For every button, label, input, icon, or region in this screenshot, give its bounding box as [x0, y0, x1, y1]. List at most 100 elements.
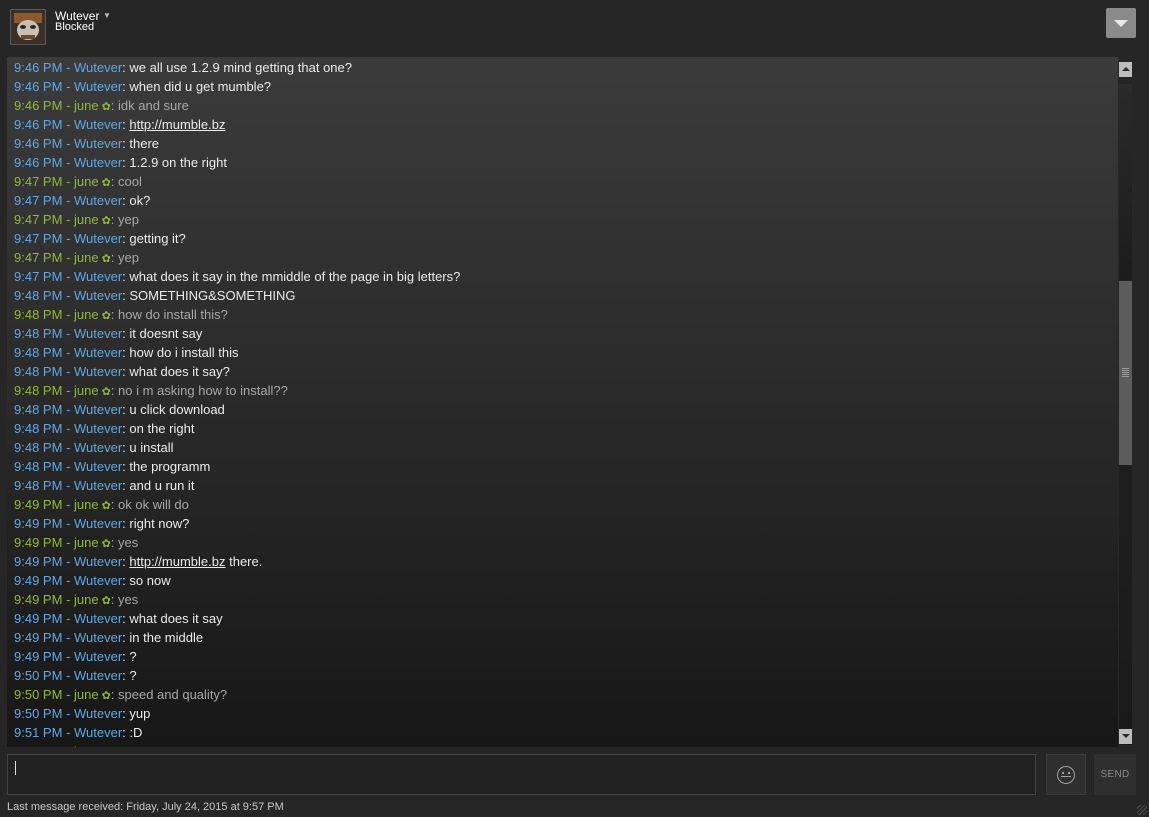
scroll-down-button[interactable]	[1119, 729, 1132, 744]
flower-icon: ✿	[101, 310, 111, 322]
chat-message: 9:46 PM - june ✿: idk and sure	[7, 96, 1118, 115]
flower-icon: ✿	[101, 253, 111, 265]
message-meta: 9:49 PM - Wutever	[14, 516, 123, 531]
message-link[interactable]: http://mumble.bz	[129, 117, 225, 132]
chat-log[interactable]: 9:46 PM - Wutever: we all use 1.2.9 mind…	[7, 57, 1118, 747]
message-sender[interactable]: Wutever	[74, 421, 122, 436]
message-text: :D	[129, 725, 143, 740]
message-sender[interactable]: Wutever	[74, 516, 122, 531]
send-button[interactable]: SEND	[1094, 754, 1136, 795]
message-sender[interactable]: Wutever	[74, 440, 122, 455]
message-sender[interactable]: june	[74, 592, 99, 607]
message-sender[interactable]: june	[74, 174, 99, 189]
message-sender[interactable]: Wutever	[74, 231, 122, 246]
scroll-thumb[interactable]	[1119, 281, 1132, 465]
message-time: 9:49 PM	[14, 516, 63, 531]
message-sender[interactable]: june	[74, 212, 99, 227]
message-sender[interactable]: Wutever	[74, 554, 122, 569]
message-time: 9:48 PM	[14, 345, 63, 360]
message-sender[interactable]: Wutever	[74, 573, 122, 588]
message-sender[interactable]: june	[74, 687, 99, 702]
message-sender[interactable]: june	[74, 98, 99, 113]
message-input[interactable]	[7, 754, 1036, 795]
message-sender[interactable]: Wutever	[74, 725, 122, 740]
message-sender[interactable]: Wutever	[74, 478, 122, 493]
message-sender[interactable]: june	[74, 250, 99, 265]
message-meta: 9:49 PM - june	[14, 497, 99, 512]
message-sender[interactable]: Wutever	[74, 649, 122, 664]
message-separator: :	[110, 535, 119, 550]
chat-message: 9:49 PM - june ✿: ok ok will do	[7, 495, 1118, 514]
message-meta: 9:46 PM - Wutever	[14, 60, 123, 75]
message-sender[interactable]: Wutever	[74, 402, 122, 417]
message-time: 9:50 PM	[14, 687, 63, 702]
scroll-track[interactable]	[1119, 84, 1132, 280]
message-sender[interactable]: june	[74, 535, 99, 550]
chat-message: 9:46 PM - Wutever: there	[7, 134, 1118, 153]
chat-message: 9:48 PM - Wutever: SOMETHING&SOMETHING	[7, 286, 1118, 305]
message-sender[interactable]: june	[74, 383, 99, 398]
message-sender[interactable]: Wutever	[74, 611, 122, 626]
message-sender[interactable]: june	[74, 497, 99, 512]
scroll-up-button[interactable]	[1119, 62, 1132, 77]
message-text: right now?	[129, 516, 190, 531]
message-sender[interactable]: Wutever	[74, 668, 122, 683]
message-sender[interactable]: Wutever	[74, 79, 122, 94]
message-meta: 9:48 PM - Wutever	[14, 421, 123, 436]
message-time: 9:48 PM	[14, 440, 63, 455]
message-time: 9:48 PM	[14, 478, 63, 493]
message-sender[interactable]: Wutever	[74, 288, 122, 303]
message-sender[interactable]: Wutever	[74, 326, 122, 341]
message-time: 9:46 PM	[14, 60, 63, 75]
chat-message: 9:49 PM - Wutever: right now?	[7, 514, 1118, 533]
message-text: 1.2.9 on the right	[129, 155, 227, 170]
chat-options-button[interactable]	[1106, 8, 1136, 38]
message-time: 9:49 PM	[14, 630, 63, 645]
chevron-down-icon	[1114, 20, 1128, 27]
avatar[interactable]	[10, 9, 46, 45]
message-sender[interactable]: Wutever	[74, 459, 122, 474]
chat-message: 9:48 PM - Wutever: on the right	[7, 419, 1118, 438]
message-sender[interactable]: Wutever	[74, 269, 122, 284]
chat-scrollbar[interactable]	[1119, 62, 1132, 745]
message-text: speed and quality?	[118, 687, 228, 702]
chat-message: 9:47 PM - june ✿: yep	[7, 248, 1118, 267]
message-text: idk and sure	[118, 98, 189, 113]
message-sender[interactable]: Wutever	[74, 193, 122, 208]
message-meta: 9:49 PM - Wutever	[14, 573, 123, 588]
message-separator: :	[110, 98, 119, 113]
message-time: 9:47 PM	[14, 231, 63, 246]
message-sender[interactable]: Wutever	[74, 345, 122, 360]
message-sender[interactable]: Wutever	[74, 155, 122, 170]
message-sender[interactable]: Wutever	[74, 60, 122, 75]
message-sender[interactable]: june	[74, 307, 99, 322]
message-text: how do i install this	[129, 345, 239, 360]
message-text: on the right	[129, 421, 195, 436]
resize-grip-icon[interactable]	[1137, 805, 1147, 815]
message-sender[interactable]: Wutever	[74, 706, 122, 721]
message-text: we all use 1.2.9 mind getting that one?	[129, 60, 352, 75]
message-time: 9:48 PM	[14, 288, 63, 303]
message-time: 9:47 PM	[14, 269, 63, 284]
message-text: ?	[129, 649, 137, 664]
message-meta: 9:49 PM - Wutever	[14, 554, 123, 569]
message-meta: 9:46 PM - Wutever	[14, 155, 123, 170]
message-sender[interactable]: Wutever	[74, 136, 122, 151]
chat-message: 9:47 PM - june ✿: yep	[7, 210, 1118, 229]
message-sender[interactable]: Wutever	[74, 117, 122, 132]
message-sender[interactable]: Wutever	[74, 630, 122, 645]
chat-message: 9:47 PM - june ✿: cool	[7, 172, 1118, 191]
message-sender[interactable]: june	[74, 744, 99, 747]
message-time: 9:46 PM	[14, 136, 63, 151]
message-text: no i m asking how to install??	[118, 383, 288, 398]
message-separator: :	[110, 383, 119, 398]
message-separator: :	[110, 687, 119, 702]
message-time: 9:46 PM	[14, 98, 63, 113]
message-meta: 9:47 PM - Wutever	[14, 269, 123, 284]
message-link[interactable]: http://mumble.bz	[129, 554, 225, 569]
message-sender[interactable]: Wutever	[74, 364, 122, 379]
message-time: 9:49 PM	[14, 611, 63, 626]
friend-menu-caret-icon[interactable]: ▼	[103, 11, 111, 20]
chat-message: 9:51 PM - june✿: ...	[7, 742, 1118, 747]
emoticon-button[interactable]	[1046, 754, 1086, 795]
